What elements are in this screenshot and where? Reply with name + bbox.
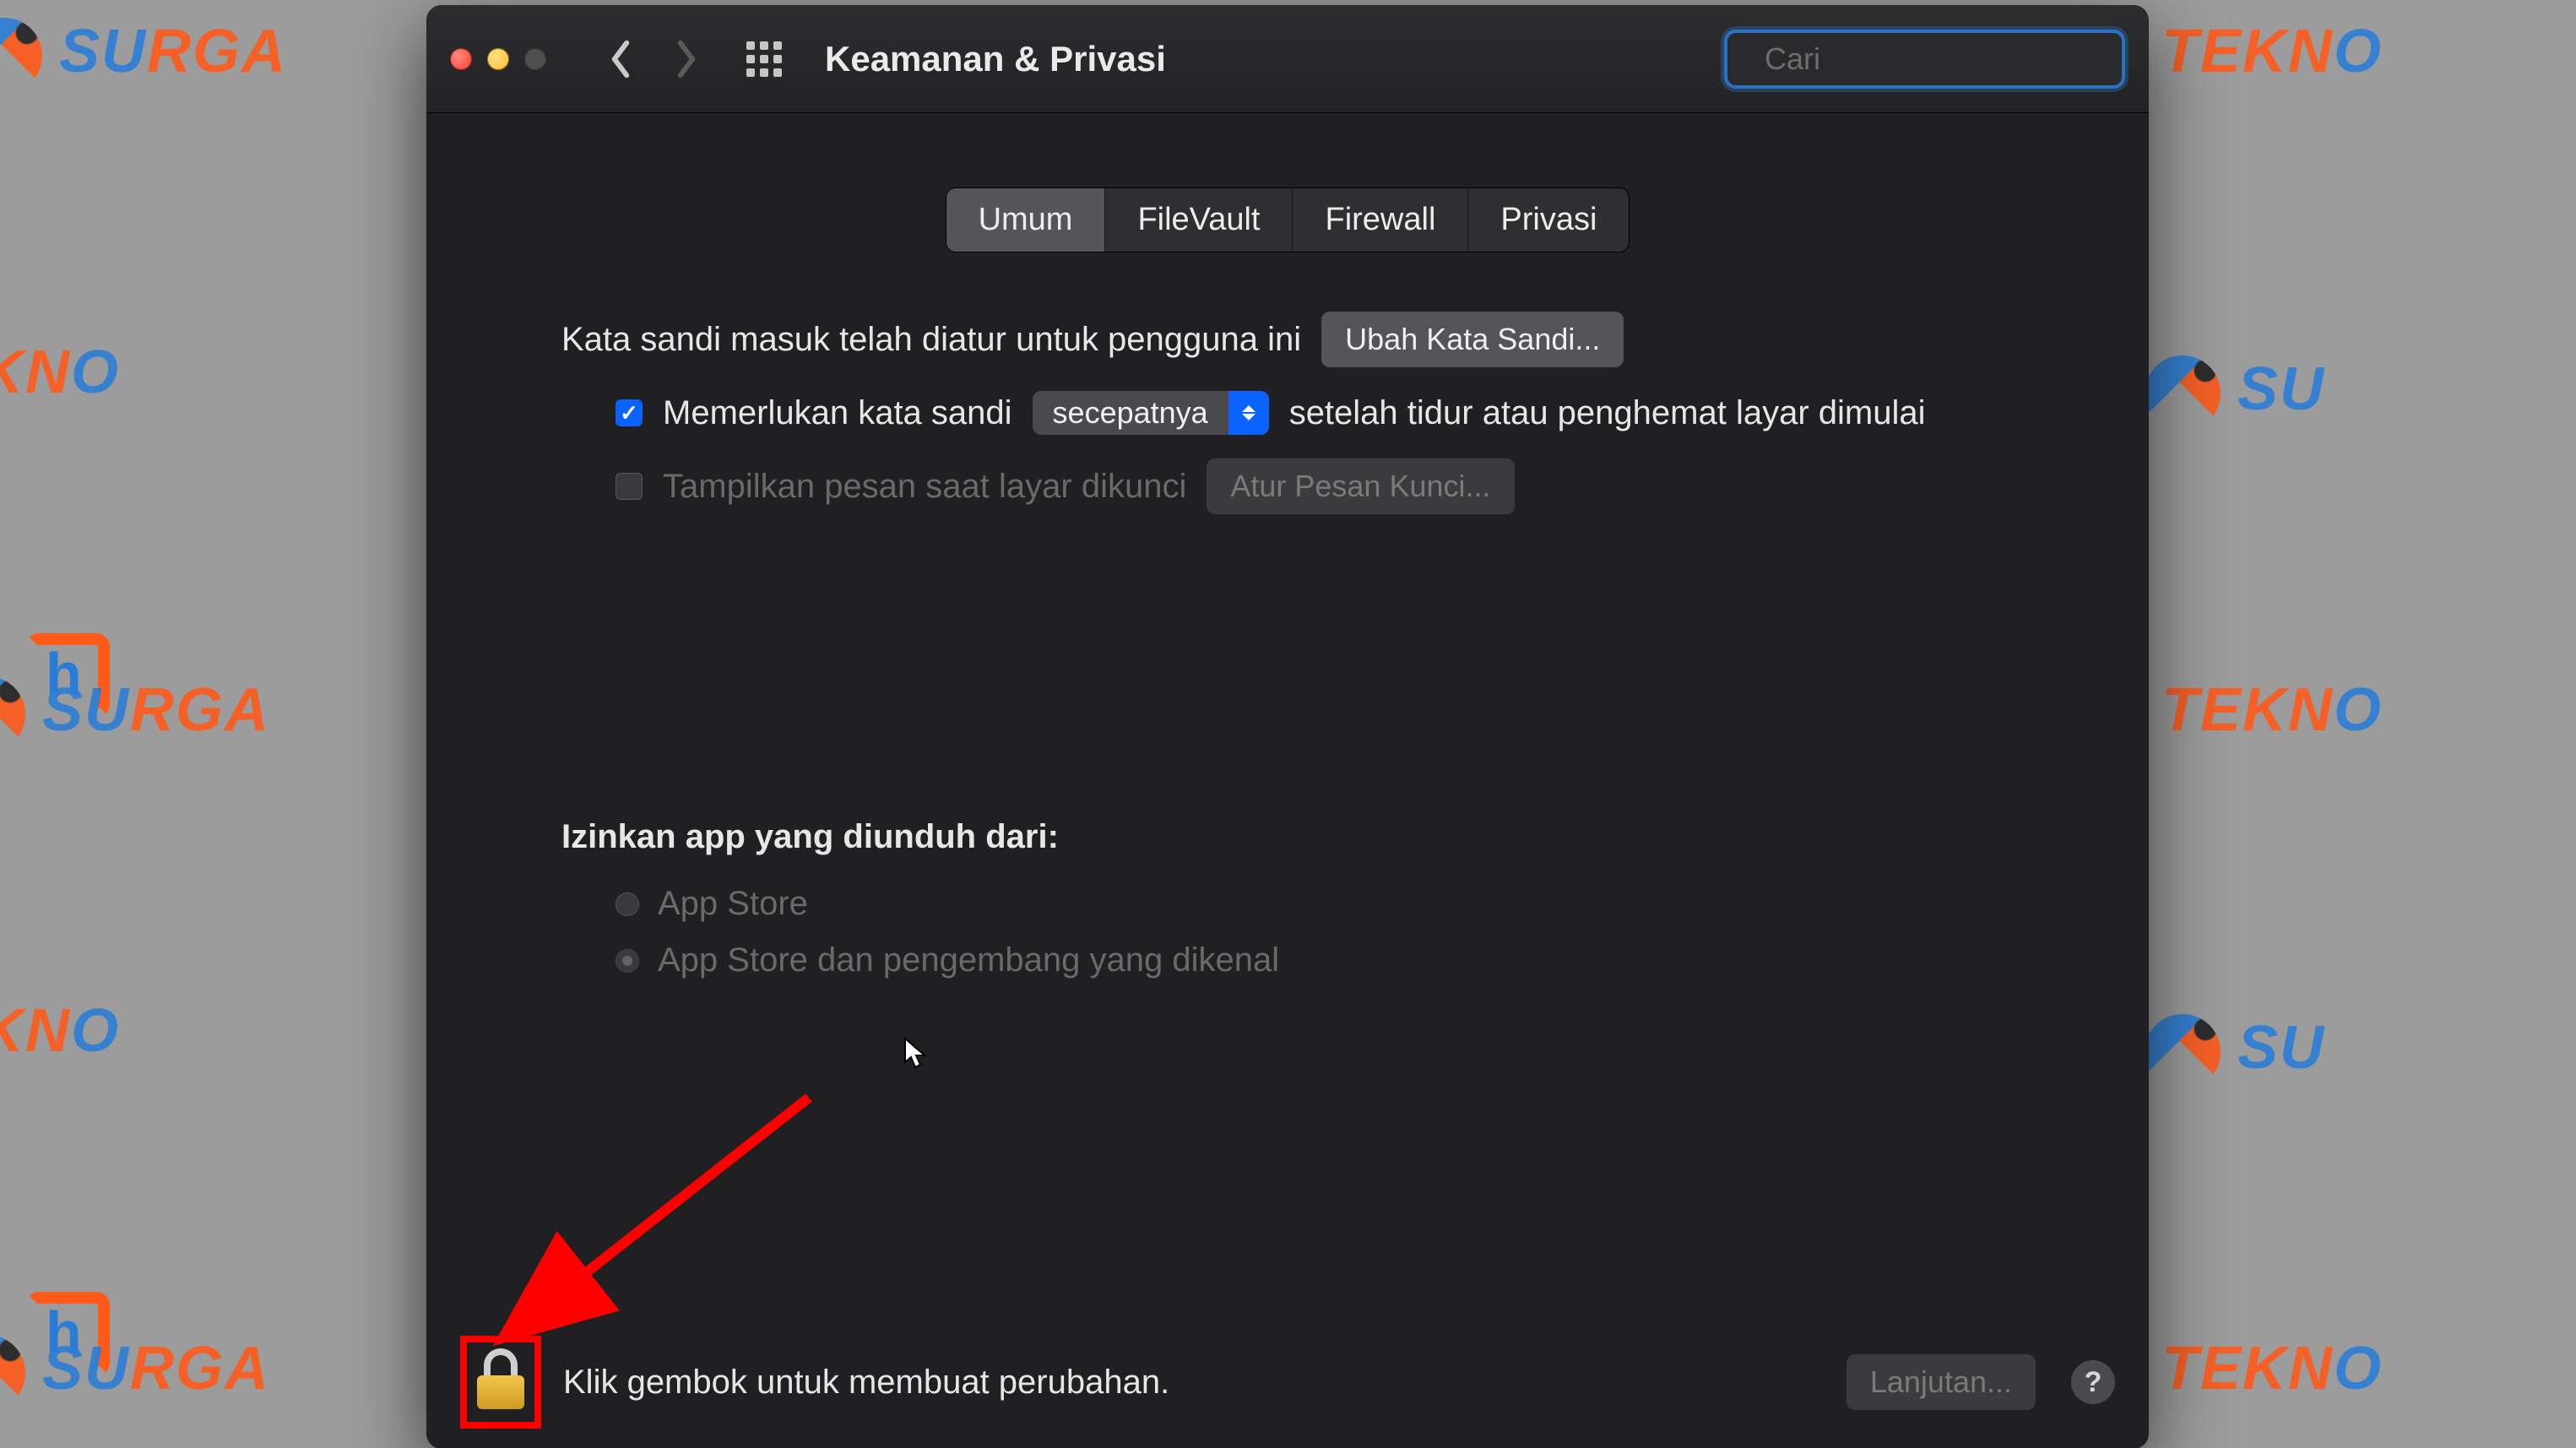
chevron-right-icon [674,39,699,79]
watermark-text: TEKNO [0,996,120,1066]
allow-apps-option-label: App Store [658,885,808,923]
tab-privacy[interactable]: Privasi [1468,188,1629,252]
select-value: secepatnya [1033,391,1228,435]
chevron-left-icon [608,39,633,79]
require-password-checkbox[interactable] [616,399,643,426]
watermark-text: SU [2145,1013,2325,1090]
tab-bar: Umum FileVault Firewall Privasi [946,187,1630,252]
change-password-button[interactable]: Ubah Kata Sandi... [1321,312,1624,367]
watermark-badge [17,625,118,726]
tab-firewall[interactable]: Firewall [1293,188,1468,252]
stepper-arrows-icon [1228,391,1269,435]
system-preferences-window: Keamanan & Privasi Umum FileVault Firewa… [426,5,2149,1448]
allow-apps-header: Izinkan app yang diunduh dari: [561,818,2022,856]
window-toolbar: Keamanan & Privasi [426,5,2149,113]
advanced-button: Lanjutan... [1847,1354,2036,1410]
minimize-window-button[interactable] [487,48,509,70]
show-lock-message-label: Tampilkan pesan saat layar dikunci [663,468,1186,506]
require-password-after-label: setelah tidur atau penghemat layar dimul… [1289,394,1926,432]
zoom-window-button [524,48,546,70]
help-button[interactable]: ? [2071,1360,2115,1404]
watermark-badge [17,1283,118,1385]
close-window-button[interactable] [450,48,472,70]
password-set-label: Kata sandi masuk telah diatur untuk peng… [561,321,1301,359]
lock-icon[interactable] [477,1355,524,1409]
window-traffic-lights [450,48,546,70]
require-password-label: Memerlukan kata sandi [663,394,1012,432]
watermark-text: SURGA [0,17,287,94]
set-lock-message-button: Atur Pesan Kunci... [1207,458,1514,514]
allow-apps-radio-group: App Store App Store dan pengembang yang … [616,885,2022,979]
allow-apps-radio-appstore [616,892,639,916]
watermark-text: SURGA [0,675,270,752]
watermark-text: TEKNO [2161,17,2383,86]
annotation-highlight-box [460,1336,541,1429]
search-field[interactable] [1724,30,2125,89]
back-button[interactable] [595,34,646,84]
help-icon: ? [2085,1366,2102,1399]
forward-button [661,34,712,84]
general-pane: Kata sandi masuk telah diatur untuk peng… [426,252,2149,979]
allow-apps-radio-identified [616,949,639,973]
watermark-text: TEKNO [2161,675,2383,745]
watermark-text: TEKNO [2161,1334,2383,1403]
tab-general[interactable]: Umum [946,188,1106,252]
show-all-prefs-button[interactable] [744,39,784,79]
search-input[interactable] [1765,41,2149,77]
window-title: Keamanan & Privasi [825,39,1709,79]
require-password-delay-select[interactable]: secepatnya [1033,391,1269,435]
watermark-text: SURGA [0,1334,270,1411]
pane-footer: Klik gembok untuk membuat perubahan. Lan… [426,1336,2149,1429]
watermark-text: SU [2145,355,2325,431]
lock-hint-label: Klik gembok untuk membuat perubahan. [563,1364,1831,1402]
allow-apps-option-label: App Store dan pengembang yang dikenal [658,941,1279,979]
watermark-text: TEKNO [0,338,120,407]
tab-filevault[interactable]: FileVault [1105,188,1293,252]
show-lock-message-checkbox [616,473,643,500]
